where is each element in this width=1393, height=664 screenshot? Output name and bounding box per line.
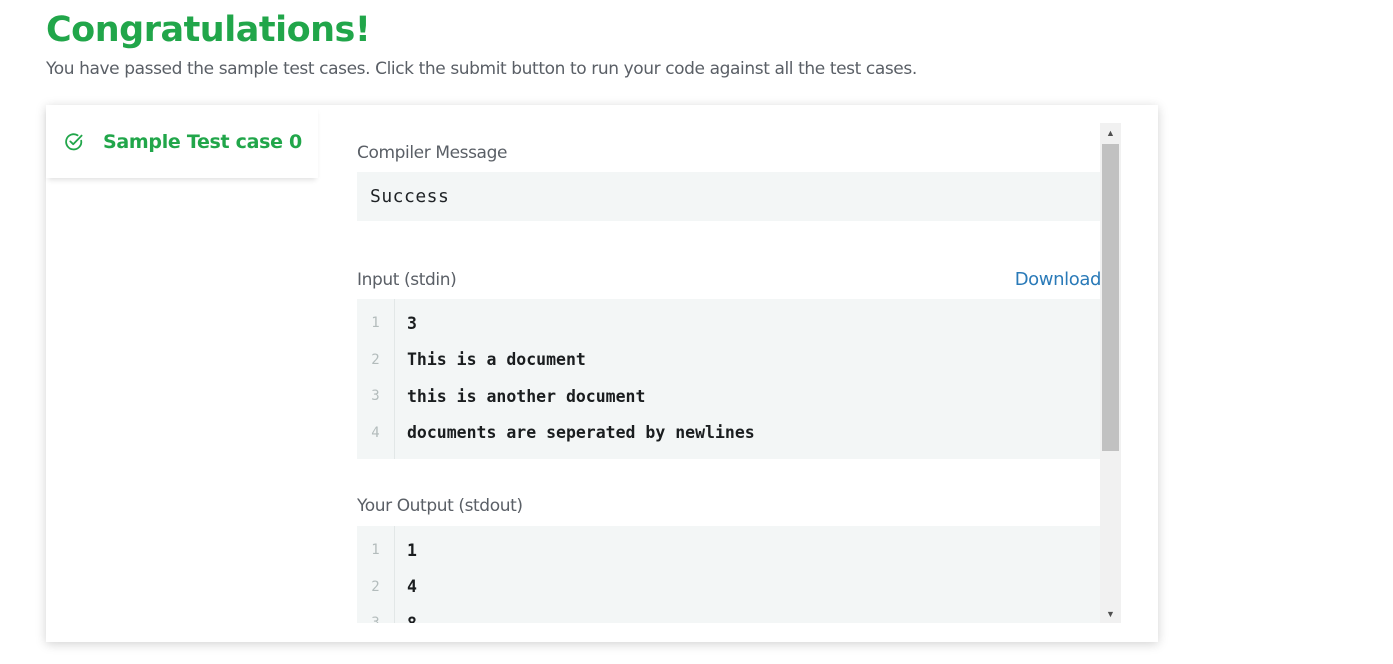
code-line: 2 This is a document xyxy=(357,342,1101,379)
code-line: 1 3 xyxy=(357,305,1101,342)
code-line: 3 8 xyxy=(357,605,1101,623)
scroll-down-arrow-icon[interactable]: ▼ xyxy=(1100,604,1121,623)
page-title: Congratulations! xyxy=(46,10,371,50)
page-subtitle: You have passed the sample test cases. C… xyxy=(46,59,917,79)
line-number: 3 xyxy=(357,615,394,623)
compiler-message-label: Compiler Message xyxy=(357,143,508,163)
test-case-detail-panel: Compiler Message Success Input (stdin) D… xyxy=(357,123,1121,623)
line-number: 2 xyxy=(371,578,380,595)
input-label: Input (stdin) xyxy=(357,270,457,290)
line-number: 1 xyxy=(371,542,380,559)
line-text: 1 xyxy=(407,540,417,560)
tab-label: Sample Test case 0 xyxy=(103,130,302,153)
line-text: documents are seperated by newlines xyxy=(407,423,755,443)
code-line: 2 4 xyxy=(357,569,1101,606)
line-number: 2 xyxy=(371,351,380,368)
compiler-message-box: Success xyxy=(357,172,1101,221)
panel-scrollbar[interactable]: ▲ ▼ xyxy=(1100,123,1121,623)
line-number: 4 xyxy=(371,424,380,441)
line-number: 3 xyxy=(371,388,380,405)
download-link[interactable]: Download xyxy=(1015,269,1102,290)
tab-sample-test-case-0[interactable]: Sample Test case 0 xyxy=(46,105,318,178)
line-text: this is another document xyxy=(407,386,646,406)
scroll-up-arrow-icon[interactable]: ▲ xyxy=(1100,123,1121,142)
input-code-box: 1 3 2 This is a document 3 this is anoth… xyxy=(357,299,1101,459)
test-results-card: Sample Test case 0 Compiler Message Succ… xyxy=(46,105,1158,642)
line-text: 3 xyxy=(407,313,417,333)
code-line: 4 documents are seperated by newlines xyxy=(357,415,1101,452)
output-code-box: 1 1 2 4 3 8 xyxy=(357,526,1101,623)
code-line: 3 this is another document xyxy=(357,378,1101,415)
compiler-message-text: Success xyxy=(370,186,450,207)
line-text: 4 xyxy=(407,577,417,597)
scrollbar-thumb[interactable] xyxy=(1102,144,1119,451)
output-label: Your Output (stdout) xyxy=(357,496,523,516)
line-number: 1 xyxy=(371,315,380,332)
line-text: This is a document xyxy=(407,350,586,370)
line-text: 8 xyxy=(407,614,417,623)
code-line: 1 1 xyxy=(357,532,1101,569)
check-circle-icon xyxy=(65,132,83,150)
